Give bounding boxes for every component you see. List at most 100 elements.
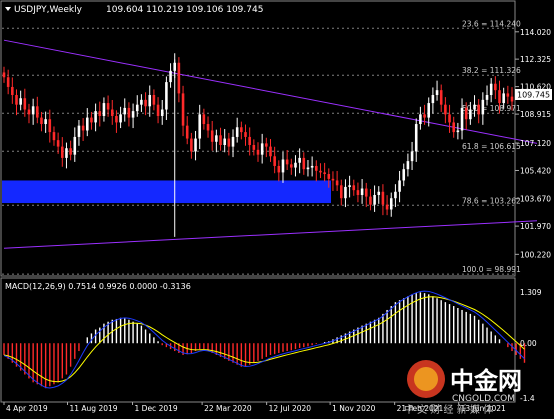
candle-body — [252, 145, 256, 150]
candle-body — [19, 98, 22, 105]
candle-body — [115, 115, 118, 123]
cngold-watermark: 中金网 CNGOLD.COM 中 文 财 经 新 媒 体 — [402, 353, 552, 416]
candle-body — [481, 99, 485, 115]
candle-body — [61, 146, 64, 158]
candle-body — [231, 136, 235, 147]
candle-body — [469, 109, 472, 120]
fib-label: 100.0 = 98.991 — [462, 265, 521, 274]
candle-body — [448, 114, 451, 123]
candle-body — [165, 82, 168, 110]
candle-body — [140, 99, 143, 105]
candle-body — [31, 106, 35, 115]
candle-body — [473, 104, 476, 110]
candle-body — [352, 185, 356, 191]
candle-body — [285, 159, 289, 165]
fib-label: 38.2 = 111.326 — [462, 66, 521, 75]
candle-body — [277, 165, 281, 173]
watermark-url: CNGOLD.COM — [452, 394, 515, 404]
candle-body — [73, 136, 77, 155]
candle-body — [44, 119, 47, 125]
candle-body — [498, 90, 501, 104]
candle-body — [398, 180, 401, 192]
macd-tick-label: 1.309 — [520, 288, 542, 297]
candle-body — [40, 117, 43, 125]
candle-body — [94, 111, 97, 123]
macd-title: MACD(12,26,9) 0.7514 0.9926 0.0000 -0.31… — [5, 282, 191, 291]
candle-body — [327, 174, 331, 179]
candle-body — [119, 114, 122, 123]
candle-body — [148, 95, 152, 107]
candle-body — [431, 95, 435, 104]
candle-body — [485, 95, 489, 100]
candle-body — [464, 107, 468, 120]
time-tick-label: 4 Apr 2019 — [6, 404, 48, 413]
candle-body — [131, 111, 135, 118]
candle-body — [169, 70, 172, 83]
candle-body — [377, 191, 381, 195]
price-tick-label: 105.420 — [520, 166, 551, 175]
chart-window[interactable]: 23.6 = 114.240 38.2 = 111.326 50.0 = 108.9… — [0, 0, 554, 416]
candle-body — [52, 132, 56, 141]
support-zone-layer — [2, 180, 331, 204]
candle-body — [364, 188, 368, 197]
price-tick-label: 108.915 — [520, 110, 551, 119]
symbol-label: USDJPY,Weekly — [14, 5, 83, 15]
candle-body — [506, 93, 510, 97]
candle-body — [302, 157, 306, 170]
candle-body — [23, 98, 27, 110]
candle-body — [69, 148, 72, 155]
candle-body — [477, 104, 480, 115]
candle-body — [202, 114, 206, 125]
candle-body — [219, 135, 222, 145]
symbol-header[interactable]: USDJPY,Weekly 109.604 110.219 109.106 10… — [5, 5, 263, 15]
support-zone — [2, 180, 331, 204]
candle-body — [348, 185, 351, 187]
price-tick-label: 107.120 — [520, 139, 551, 148]
candle-body — [98, 111, 102, 116]
candle-body — [265, 143, 268, 147]
candle-body — [123, 107, 127, 115]
price-tick-label: 112.325 — [520, 55, 551, 64]
candle-body — [65, 148, 68, 158]
candle-body — [223, 138, 226, 145]
candle-body — [256, 149, 260, 155]
candle-body — [323, 172, 326, 175]
candle-body — [152, 95, 156, 105]
time-tick-label: 1 Dec 2019 — [135, 404, 178, 413]
candle-body — [494, 83, 497, 91]
candle-body — [15, 95, 18, 105]
candle-body — [235, 127, 239, 137]
candle-body — [85, 117, 89, 131]
candle-body — [269, 146, 272, 157]
candle-body — [90, 117, 93, 123]
candle-body — [27, 109, 31, 115]
candle-body — [427, 103, 431, 118]
candle-body — [106, 103, 110, 110]
candle-body — [102, 103, 106, 116]
candle-body — [77, 125, 81, 137]
candle-body — [48, 119, 52, 133]
candle-body — [335, 180, 339, 186]
candle-body — [360, 188, 364, 195]
candle-body — [110, 109, 114, 116]
candle-body — [56, 140, 60, 147]
candle-body — [210, 130, 214, 142]
macd-tick-label: 0.00 — [520, 339, 537, 348]
candle-body — [227, 138, 231, 147]
candle-body — [215, 135, 218, 142]
candle-body — [198, 114, 201, 139]
candle-body — [356, 190, 360, 195]
current-price-tag: 109.745 — [515, 89, 552, 100]
candle-body — [310, 165, 314, 168]
fib-label: 61.8 = 106.615 — [462, 142, 521, 151]
candle-body — [394, 191, 397, 199]
candle-body — [381, 191, 385, 205]
fib-label: 23.6 = 114.240 — [462, 19, 521, 28]
candle-body — [414, 124, 418, 152]
price-tick-label: 103.670 — [520, 195, 551, 204]
candle-body — [419, 114, 422, 125]
candle-body — [81, 125, 85, 131]
candle-body — [389, 198, 393, 210]
time-tick-label: 1 Nov 2020 — [332, 404, 375, 413]
price-tick-label: 114.020 — [520, 28, 551, 37]
